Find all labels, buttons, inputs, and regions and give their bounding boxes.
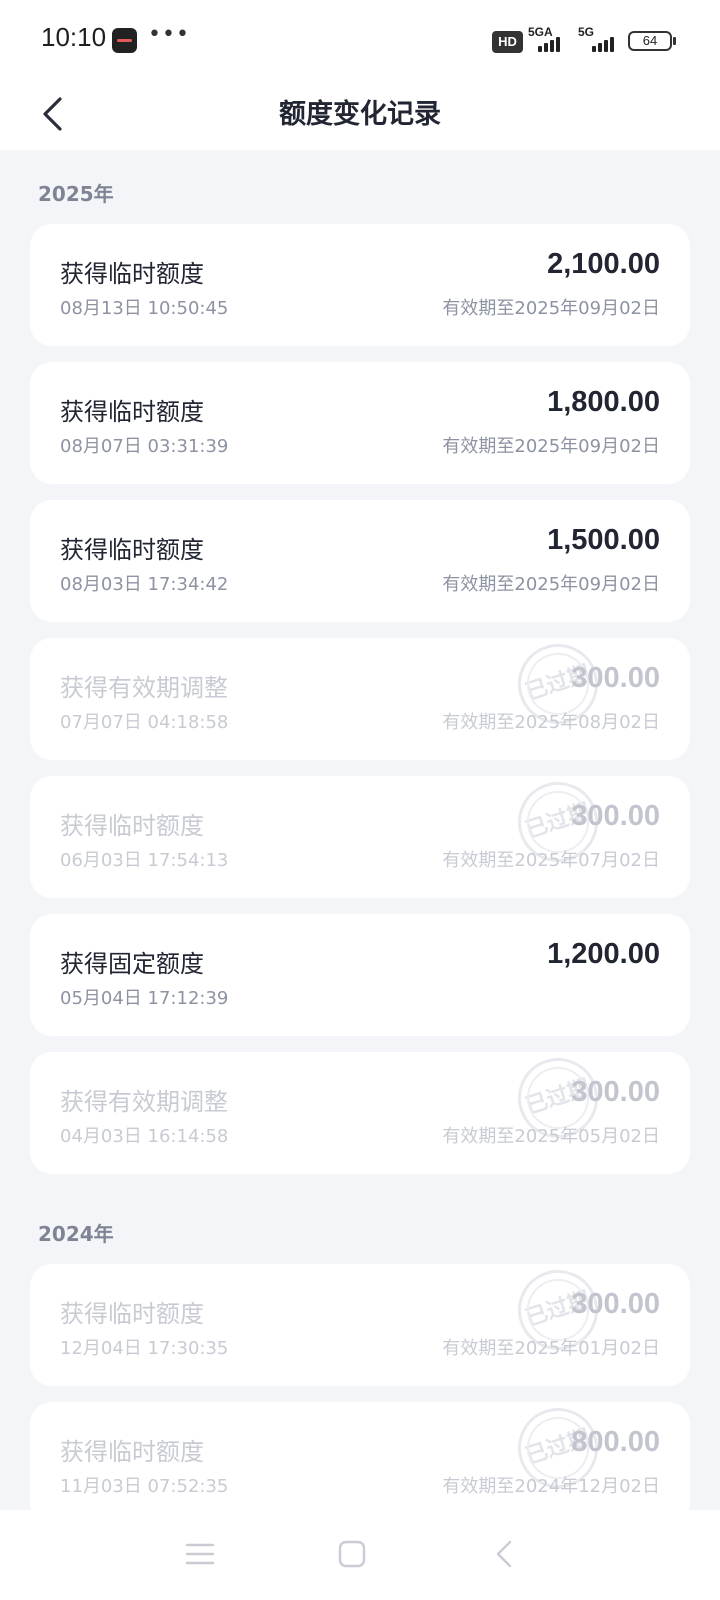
record-time: 08月13日 10:50:45 xyxy=(60,298,229,319)
record-amount: 2,100.00 xyxy=(547,248,660,280)
record-amount: 800.00 xyxy=(571,1426,660,1458)
record-validity: 有效期至2025年09月02日 xyxy=(442,298,660,319)
record-amount: 300.00 xyxy=(571,662,660,694)
record-time: 12月04日 17:30:35 xyxy=(60,1338,229,1359)
more-notifications-icon: ••• xyxy=(148,22,190,47)
year-header-2024: 2024年 xyxy=(38,1222,114,1246)
record-amount: 1,800.00 xyxy=(547,386,660,418)
home-icon xyxy=(338,1540,366,1568)
signal-strength-icon-2 xyxy=(588,34,618,52)
recorder-app-icon xyxy=(112,28,137,53)
record-amount: 300.00 xyxy=(571,1076,660,1108)
record-time: 07月07日 04:18:58 xyxy=(60,712,229,733)
record-title: 获得固定额度 xyxy=(60,950,204,978)
record-time: 11月03日 07:52:35 xyxy=(60,1476,229,1497)
signal-strength-icon-1 xyxy=(534,34,564,52)
record-card[interactable]: 获得固定额度 05月04日 17:12:39 1,200.00 xyxy=(30,914,690,1036)
status-time: 10:10 xyxy=(41,22,107,52)
record-validity: 有效期至2025年01月02日 xyxy=(442,1338,660,1359)
record-title: 获得有效期调整 xyxy=(60,674,228,702)
record-time: 06月03日 17:54:13 xyxy=(60,850,229,871)
record-validity: 有效期至2025年07月02日 xyxy=(442,850,660,871)
year-header-2025: 2025年 xyxy=(38,182,114,206)
record-card-expired[interactable]: 已过期 获得临时额度 11月03日 07:52:35 800.00 有效期至20… xyxy=(30,1402,690,1524)
record-card[interactable]: 获得临时额度 08月03日 17:34:42 1,500.00 有效期至2025… xyxy=(30,500,690,622)
record-time: 04月03日 16:14:58 xyxy=(60,1126,229,1147)
battery-nub xyxy=(673,37,676,45)
record-card-expired[interactable]: 已过期 获得有效期调整 04月03日 16:14:58 300.00 有效期至2… xyxy=(30,1052,690,1174)
battery-icon: 64 xyxy=(628,31,672,51)
record-title: 获得临时额度 xyxy=(60,260,204,288)
record-amount: 1,200.00 xyxy=(547,938,660,970)
record-card-expired[interactable]: 已过期 获得有效期调整 07月07日 04:18:58 300.00 有效期至2… xyxy=(30,638,690,760)
record-amount: 1,500.00 xyxy=(547,524,660,556)
menu-nav-button[interactable] xyxy=(184,1538,224,1574)
record-validity: 有效期至2025年09月02日 xyxy=(442,436,660,457)
record-title: 获得有效期调整 xyxy=(60,1088,228,1116)
record-validity: 有效期至2025年09月02日 xyxy=(442,574,660,595)
record-card[interactable]: 获得临时额度 08月13日 10:50:45 2,100.00 有效期至2025… xyxy=(30,224,690,346)
status-bar: 10:10 ••• HD 5GA 5G 64 xyxy=(0,0,720,84)
record-title: 获得临时额度 xyxy=(60,398,204,426)
record-card-expired[interactable]: 已过期 获得临时额度 06月03日 17:54:13 300.00 有效期至20… xyxy=(30,776,690,898)
record-time: 08月07日 03:31:39 xyxy=(60,436,229,457)
home-nav-button[interactable] xyxy=(336,1538,376,1574)
record-title: 获得临时额度 xyxy=(60,812,204,840)
record-amount: 300.00 xyxy=(571,1288,660,1320)
back-nav-button[interactable] xyxy=(488,1538,528,1574)
record-card[interactable]: 获得临时额度 08月07日 03:31:39 1,800.00 有效期至2025… xyxy=(30,362,690,484)
record-validity: 有效期至2025年05月02日 xyxy=(442,1126,660,1147)
record-title: 获得临时额度 xyxy=(60,1438,204,1466)
record-card-expired[interactable]: 已过期 获得临时额度 12月04日 17:30:35 300.00 有效期至20… xyxy=(30,1264,690,1386)
record-title: 获得临时额度 xyxy=(60,536,204,564)
battery-level: 64 xyxy=(642,33,658,48)
record-validity: 有效期至2025年08月02日 xyxy=(442,712,660,733)
menu-icon xyxy=(185,1543,215,1565)
record-time: 08月03日 17:34:42 xyxy=(60,574,229,595)
record-time: 05月04日 17:12:39 xyxy=(60,988,229,1009)
record-amount: 300.00 xyxy=(571,800,660,832)
page-title: 额度变化记录 xyxy=(279,99,441,130)
system-navigation-bar xyxy=(0,1510,720,1600)
record-validity: 有效期至2024年12月02日 xyxy=(442,1476,660,1497)
page-header: 额度变化记录 xyxy=(0,84,720,150)
record-title: 获得临时额度 xyxy=(60,1300,204,1328)
back-nav-icon xyxy=(496,1540,512,1568)
hd-voice-icon: HD xyxy=(492,31,523,53)
